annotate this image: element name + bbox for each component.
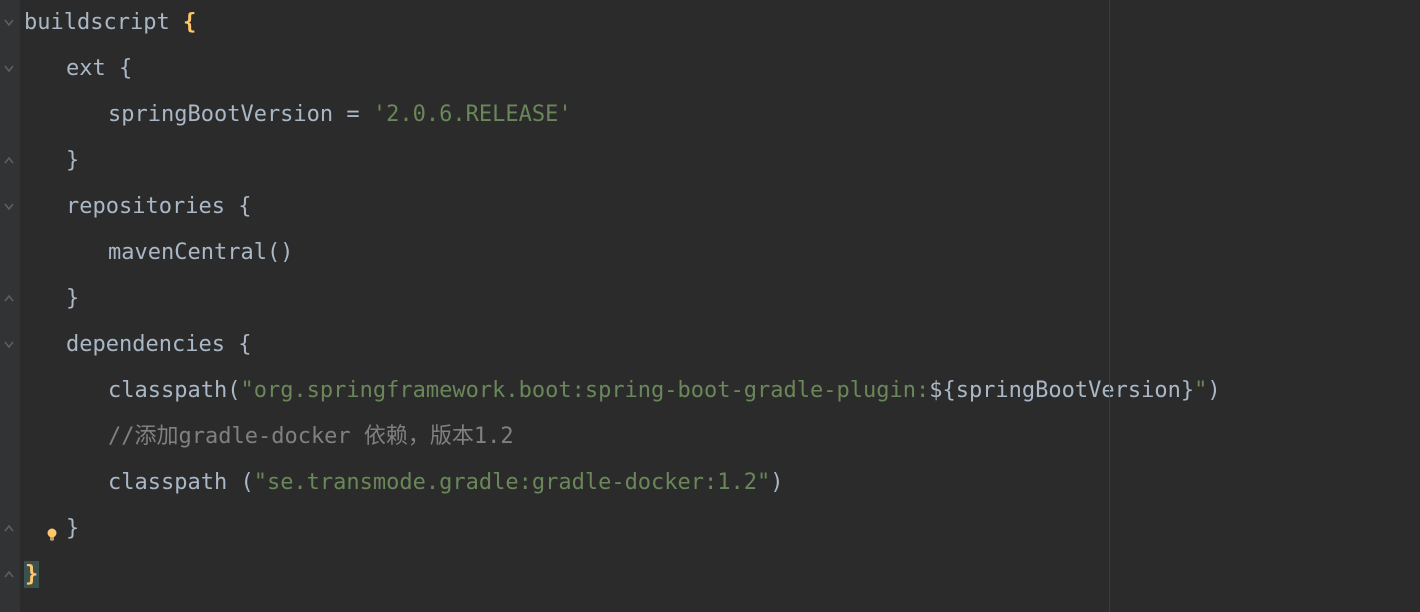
code-line[interactable]: dependencies { <box>24 322 1420 368</box>
code-line[interactable]: } <box>24 552 1420 598</box>
code-text: mavenCentral() <box>108 240 293 265</box>
code-text: ext <box>66 56 119 81</box>
code-comment: //添加gradle-docker 依赖，版本1.2 <box>108 424 514 449</box>
code-line[interactable]: } <box>24 138 1420 184</box>
open-brace: { <box>238 194 251 219</box>
code-interpolation: ${springBootVersion} <box>929 378 1194 403</box>
lightbulb-icon[interactable] <box>44 527 60 543</box>
code-text: buildscript <box>24 10 183 35</box>
fold-expand-icon[interactable] <box>2 338 16 352</box>
code-line[interactable]: classpath("org.springframework.boot:spri… <box>24 368 1420 414</box>
code-text: ) <box>770 470 783 495</box>
code-line[interactable]: } <box>24 276 1420 322</box>
code-text: classpath ( <box>108 470 254 495</box>
code-text: ) <box>1207 378 1220 403</box>
code-text: repositories <box>66 194 238 219</box>
code-line[interactable]: buildscript { <box>24 0 1420 46</box>
fold-collapse-icon[interactable] <box>2 522 16 536</box>
code-operator: = <box>346 102 373 127</box>
code-text: dependencies <box>66 332 238 357</box>
fold-expand-icon[interactable] <box>2 62 16 76</box>
code-editor[interactable]: buildscript { ext { springBootVersion = … <box>0 0 1420 612</box>
fold-expand-icon[interactable] <box>2 200 16 214</box>
close-brace: } <box>66 148 79 173</box>
code-text: classpath( <box>108 378 240 403</box>
code-content[interactable]: buildscript { ext { springBootVersion = … <box>20 0 1420 612</box>
code-identifier: springBootVersion <box>108 102 346 127</box>
code-line[interactable]: classpath ("se.transmode.gradle:gradle-d… <box>24 460 1420 506</box>
code-string: "se.transmode.gradle:gradle-docker:1.2" <box>254 470 771 495</box>
open-brace: { <box>238 332 251 357</box>
code-line[interactable]: repositories { <box>24 184 1420 230</box>
code-string: '2.0.6.RELEASE' <box>373 102 572 127</box>
code-string: "org.springframework.boot:spring-boot-gr… <box>240 378 929 403</box>
close-brace: } <box>66 286 79 311</box>
code-string: " <box>1194 378 1207 403</box>
fold-expand-icon[interactable] <box>2 16 16 30</box>
fold-collapse-icon[interactable] <box>2 292 16 306</box>
code-line[interactable]: ext { <box>24 46 1420 92</box>
code-line[interactable]: //添加gradle-docker 依赖，版本1.2 <box>24 414 1420 460</box>
code-line[interactable]: mavenCentral() <box>24 230 1420 276</box>
code-line[interactable]: } <box>24 506 1420 552</box>
open-brace: { <box>183 10 196 35</box>
right-margin-line <box>1109 0 1110 612</box>
fold-collapse-icon[interactable] <box>2 568 16 582</box>
open-brace: { <box>119 56 132 81</box>
close-brace: } <box>66 516 79 541</box>
fold-collapse-icon[interactable] <box>2 154 16 168</box>
close-brace: } <box>24 561 39 588</box>
editor-gutter <box>0 0 20 612</box>
code-line[interactable]: springBootVersion = '2.0.6.RELEASE' <box>24 92 1420 138</box>
